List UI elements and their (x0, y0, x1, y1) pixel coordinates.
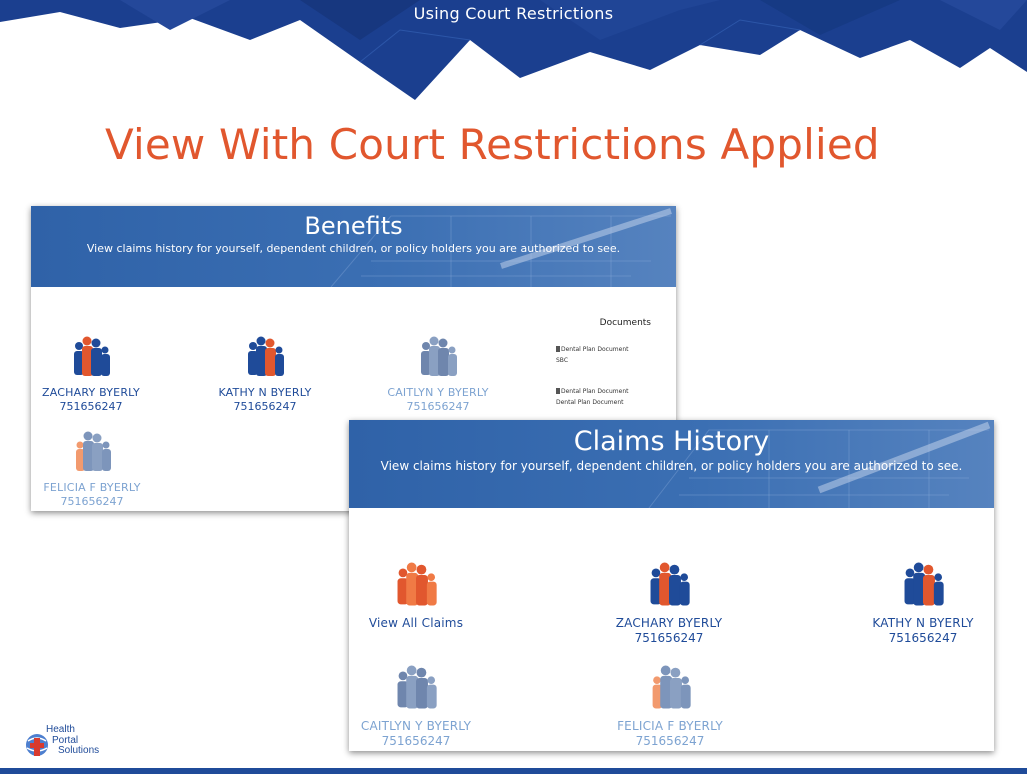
claims-hero: Claims History View claims history for y… (349, 420, 994, 508)
claims-member-kathy[interactable]: KATHY N BYERLY 751656247 (848, 562, 998, 645)
member-number: 751656247 (59, 400, 123, 413)
view-all-claims-label: View All Claims (368, 616, 464, 630)
member-number: 751656247 (634, 631, 704, 645)
documents-heading: Documents (599, 318, 651, 328)
logo-line-1: Health (46, 724, 75, 735)
slide-title: View With Court Restrictions Applied (105, 120, 880, 169)
claims-member-felicia: FELICIA F BYERLY 751656247 (595, 665, 745, 748)
member-name: ZACHARY BYERLY (42, 386, 140, 399)
member-name: FELICIA F BYERLY (43, 481, 141, 494)
benefits-member-kathy[interactable]: KATHY N BYERLY 751656247 (190, 336, 340, 413)
benefits-member-felicia: FELICIA F BYERLY 751656247 (17, 431, 167, 508)
member-number: 751656247 (233, 400, 297, 413)
document-label: Dental Plan Document (561, 346, 629, 353)
benefits-member-zachary[interactable]: ZACHARY BYERLY 751656247 (16, 336, 166, 413)
document-sublabel: SBC (556, 357, 569, 364)
member-number: 751656247 (888, 631, 958, 645)
logo-line-3: Solutions (58, 745, 100, 756)
member-name: KATHY N BYERLY (218, 386, 312, 399)
member-name: ZACHARY BYERLY (615, 616, 723, 630)
document-link[interactable]: Dental Plan Document (556, 386, 671, 397)
claims-history-panel: Claims History View claims history for y… (349, 420, 994, 751)
health-portal-solutions-logo: Health Portal Solutions (24, 723, 124, 763)
family-icon (397, 562, 437, 606)
documents-section: Documents Dental Plan Document SBC Denta… (556, 318, 671, 428)
slide-header: Using Court Restrictions (413, 4, 614, 23)
member-name: FELICIA F BYERLY (617, 719, 723, 733)
member-name: CAITLYN Y BYERLY (360, 719, 472, 733)
member-number: 751656247 (60, 495, 124, 508)
benefits-member-caitlyn: CAITLYN Y BYERLY 751656247 (363, 336, 513, 413)
family-icon (652, 665, 691, 709)
benefits-subtitle: View claims history for yourself, depend… (86, 242, 621, 255)
family-icon (397, 665, 437, 709)
claims-title: Claims History (573, 426, 770, 457)
view-all-claims-button[interactable]: View All Claims (341, 562, 491, 630)
family-icon (650, 562, 690, 606)
benefits-title: Benefits (304, 212, 403, 240)
claims-member-caitlyn: CAITLYN Y BYERLY 751656247 (341, 665, 491, 748)
family-icon (421, 336, 457, 376)
file-icon (556, 388, 560, 394)
family-icon (74, 336, 110, 376)
document-label: Dental Plan Document (561, 388, 629, 395)
document-sublabel: Dental Plan Document (556, 399, 624, 406)
member-number: 751656247 (635, 734, 705, 748)
member-name: KATHY N BYERLY (872, 616, 974, 630)
file-icon (556, 346, 560, 352)
claims-member-zachary[interactable]: ZACHARY BYERLY 751656247 (594, 562, 744, 645)
family-icon (76, 431, 111, 471)
document-link[interactable]: Dental Plan Document (556, 344, 671, 355)
member-number: 751656247 (406, 400, 470, 413)
footer-bar (0, 768, 1027, 774)
benefits-hero: Benefits View claims history for yoursel… (31, 206, 676, 287)
family-icon (248, 336, 284, 376)
member-number: 751656247 (381, 734, 451, 748)
member-name: CAITLYN Y BYERLY (387, 386, 489, 399)
family-icon (904, 562, 944, 606)
claims-subtitle: View claims history for yourself, depend… (380, 459, 963, 473)
